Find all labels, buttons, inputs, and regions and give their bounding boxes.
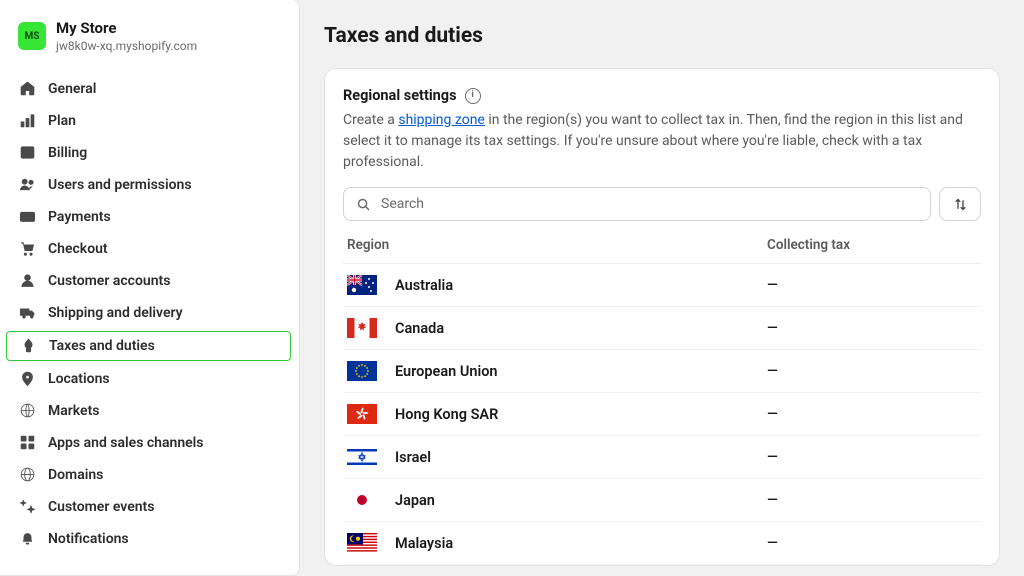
flag-icon [347,490,377,510]
sidebar-item-checkout[interactable]: Checkout [0,233,299,265]
sidebar-item-apps-and-sales-channels[interactable]: Apps and sales channels [0,427,299,459]
region-label: Canada [395,320,767,337]
region-tax-status: — [767,449,977,465]
region-label: Israel [395,449,767,466]
region-row-hong-kong-sar[interactable]: Hong Kong SAR— [343,393,981,436]
sidebar-item-notifications[interactable]: Notifications [0,523,299,555]
region-tax-status: — [767,363,977,379]
sidebar-item-markets[interactable]: Markets [0,395,299,427]
sidebar-item-custom-data[interactable]: Custom data [0,555,299,560]
sidebar-item-plan[interactable]: Plan [0,105,299,137]
sidebar-item-label: Payments [48,209,111,225]
store-header: MS My Store jw8k0w-xq.myshopify.com [0,16,299,67]
nav-icon [18,208,36,226]
region-list: Australia—Canada—European Union—Hong Kon… [343,264,981,565]
sidebar-item-domains[interactable]: Domains [0,459,299,491]
store-avatar: MS [18,22,46,50]
nav-icon [18,240,36,258]
main-content: Taxes and duties Regional settings i Cre… [300,0,1024,576]
table-header: Region Collecting tax [343,227,981,264]
region-row-australia[interactable]: Australia— [343,264,981,307]
region-label: Hong Kong SAR [395,406,767,423]
col-tax: Collecting tax [767,237,977,253]
nav-icon [18,144,36,162]
store-domain: jw8k0w-xq.myshopify.com [56,39,197,53]
regional-settings-card: Regional settings i Create a shipping zo… [324,68,1000,566]
sidebar-item-locations[interactable]: Locations [0,363,299,395]
nav-icon [18,434,36,452]
region-label: European Union [395,363,767,380]
sidebar-item-payments[interactable]: Payments [0,201,299,233]
nav-icon [18,80,36,98]
sidebar-item-label: Shipping and delivery [48,305,183,321]
region-tax-status: — [767,320,977,336]
region-label: Australia [395,277,767,294]
sidebar-item-label: Billing [48,145,87,161]
flag-icon [347,275,377,295]
sidebar-item-general[interactable]: General [0,73,299,105]
sidebar-item-customer-events[interactable]: Customer events [0,491,299,523]
region-row-malaysia[interactable]: Malaysia— [343,522,981,565]
settings-nav: General Plan Billing Users and permissions P… [0,73,299,560]
nav-icon [18,272,36,290]
nav-icon [18,530,36,548]
sidebar-item-label: Notifications [48,531,129,547]
settings-sidebar: MS My Store jw8k0w-xq.myshopify.com Gene… [0,0,300,576]
sidebar-item-taxes-and-duties[interactable]: Taxes and duties [6,331,291,361]
sort-icon [953,197,968,212]
flag-icon [347,404,377,424]
flag-icon [347,447,377,467]
region-label: Japan [395,492,767,509]
shipping-zone-link[interactable]: shipping zone [398,112,485,128]
region-row-japan[interactable]: Japan— [343,479,981,522]
nav-icon [18,370,36,388]
nav-icon [19,337,37,355]
sidebar-item-label: Checkout [48,241,108,257]
sidebar-item-label: Plan [48,113,76,129]
nav-icon [18,466,36,484]
sidebar-item-billing[interactable]: Billing [0,137,299,169]
sidebar-item-label: Customer events [48,499,154,515]
nav-icon [18,304,36,322]
nav-icon [18,176,36,194]
region-row-european-union[interactable]: European Union— [343,350,981,393]
page-title: Taxes and duties [324,24,1000,48]
section-heading: Regional settings i [343,87,981,104]
sidebar-item-shipping-and-delivery[interactable]: Shipping and delivery [0,297,299,329]
flag-icon [347,318,377,338]
sidebar-item-label: Domains [48,467,103,483]
flag-icon [347,533,377,553]
section-description: Create a shipping zone in the region(s) … [343,110,981,173]
sidebar-item-label: Locations [48,371,110,387]
flag-icon [347,361,377,381]
sort-button[interactable] [939,187,981,221]
region-row-canada[interactable]: Canada— [343,307,981,350]
sidebar-item-label: Taxes and duties [49,338,155,354]
region-tax-status: — [767,406,977,422]
sidebar-item-label: General [48,81,96,97]
nav-icon [18,402,36,420]
region-search[interactable]: Search [343,187,931,221]
sidebar-item-label: Markets [48,403,100,419]
col-region: Region [347,237,767,253]
region-tax-status: — [767,492,977,508]
search-placeholder: Search [381,196,424,212]
nav-icon [18,112,36,130]
region-label: Malaysia [395,535,767,552]
search-icon [356,197,371,212]
nav-icon [18,498,36,516]
sidebar-item-label: Apps and sales channels [48,435,204,451]
sidebar-item-label: Customer accounts [48,273,170,289]
section-title: Regional settings [343,87,457,104]
sidebar-item-label: Users and permissions [48,177,192,193]
region-tax-status: — [767,277,977,293]
region-row-israel[interactable]: Israel— [343,436,981,479]
info-icon[interactable]: i [465,88,481,104]
region-tax-status: — [767,535,977,551]
store-name: My Store [56,20,197,37]
sidebar-item-customer-accounts[interactable]: Customer accounts [0,265,299,297]
desc-prefix: Create a [343,112,398,128]
sidebar-item-users-and-permissions[interactable]: Users and permissions [0,169,299,201]
